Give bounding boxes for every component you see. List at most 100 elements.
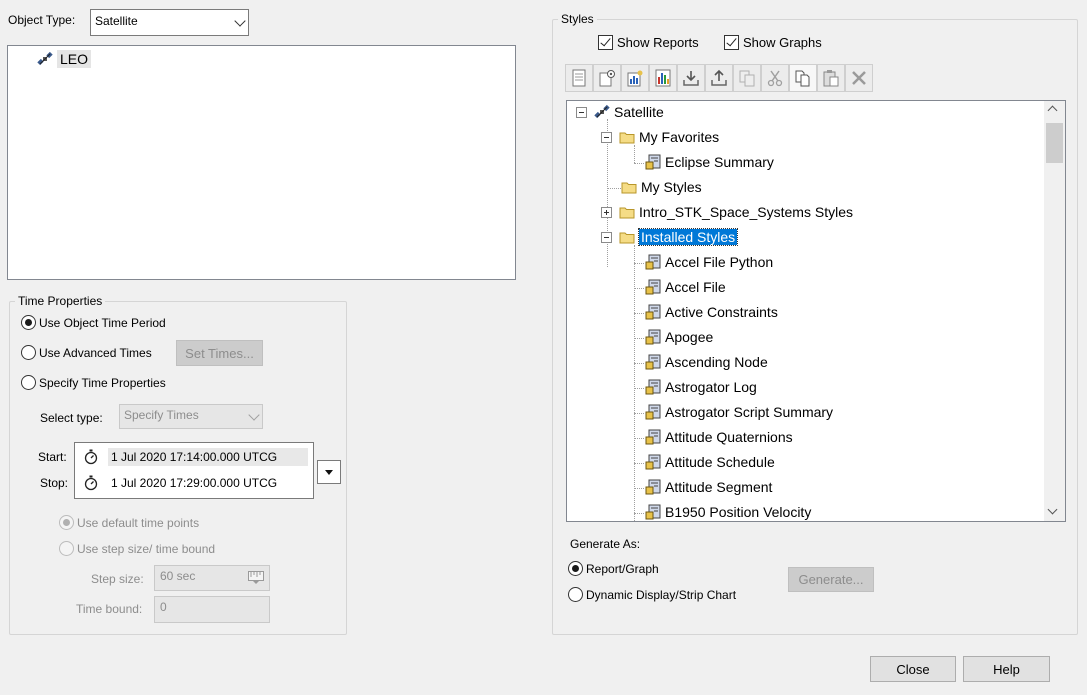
tree-node-my-favorites[interactable]: My Favorites	[619, 129, 719, 145]
tree-node-satellite[interactable]: Satellite	[594, 104, 664, 120]
tree-scrollbar[interactable]	[1044, 101, 1065, 521]
export-icon[interactable]	[705, 64, 733, 92]
tree-node-installed-style[interactable]: Ascending Node	[645, 354, 768, 370]
chevron-down-icon	[234, 14, 246, 27]
collapse-toggle[interactable]	[601, 232, 612, 243]
tree-node-installed-style[interactable]: Accel File Python	[645, 254, 773, 270]
use-advanced-times-radio[interactable]: Use Advanced Times	[21, 345, 152, 360]
stop-time-input[interactable]: 1 Jul 2020 17:29:00.000 UTCG	[108, 474, 308, 492]
step-size-input[interactable]: 60 sec	[154, 565, 270, 591]
report-style-icon	[645, 404, 661, 420]
tree-node-label: Attitude Schedule	[665, 454, 775, 470]
select-type-label: Select type:	[40, 411, 103, 425]
paste-icon[interactable]	[817, 64, 845, 92]
use-default-time-points-radio[interactable]: Use default time points	[59, 515, 199, 530]
radio-label: Use Object Time Period	[39, 315, 166, 330]
radio-label: Use default time points	[77, 515, 200, 530]
close-button[interactable]: Close	[870, 656, 956, 682]
copy-icon[interactable]	[789, 64, 817, 92]
tree-node-installed-style[interactable]: Astrogator Script Summary	[645, 404, 833, 420]
cut-icon[interactable]	[761, 64, 789, 92]
units-icon[interactable]	[248, 571, 264, 584]
report-style-icon	[645, 429, 661, 445]
use-object-time-period-radio[interactable]: Use Object Time Period	[21, 315, 166, 330]
copy-disabled-icon[interactable]	[733, 64, 761, 92]
use-step-size-radio[interactable]: Use step size/ time bound	[59, 541, 215, 556]
new-graph-icon[interactable]	[621, 64, 649, 92]
time-dropdown-button[interactable]	[317, 460, 341, 484]
styles-toolbar	[565, 64, 873, 92]
styles-tree[interactable]: Satellite My Favorites Eclipse Summary M…	[566, 100, 1066, 522]
scroll-up-icon[interactable]	[1047, 105, 1058, 116]
folder-icon	[621, 182, 637, 194]
chevron-down-icon	[248, 408, 260, 421]
report-graph-radio[interactable]: Report/Graph	[568, 561, 659, 576]
set-times-button[interactable]: Set Times...	[176, 340, 263, 366]
styles-title: Styles	[558, 12, 597, 26]
collapse-toggle[interactable]	[601, 132, 612, 143]
folder-icon	[619, 207, 635, 219]
tree-node-installed-styles[interactable]: Installed Styles	[619, 228, 739, 246]
new-report-icon[interactable]	[565, 64, 593, 92]
folder-icon	[619, 132, 635, 144]
tree-node-installed-style[interactable]: Active Constraints	[645, 304, 778, 320]
radio-label: Use step size/ time bound	[77, 541, 216, 556]
specify-time-properties-radio[interactable]: Specify Time Properties	[21, 375, 166, 390]
tree-node-installed-style[interactable]: Attitude Quaternions	[645, 429, 793, 445]
tree-node-label: Apogee	[665, 329, 714, 345]
help-button[interactable]: Help	[963, 656, 1050, 682]
tree-node-label: Ascending Node	[665, 354, 768, 370]
tree-node-intro-styles[interactable]: Intro_STK_Space_Systems Styles	[619, 204, 853, 220]
tree-node-label: Accel File	[665, 279, 726, 295]
list-item-label: LEO	[57, 50, 92, 68]
caret-down-icon	[325, 469, 333, 475]
start-time-input[interactable]: 1 Jul 2020 17:14:00.000 UTCG	[108, 448, 308, 466]
tree-node-label: My Favorites	[639, 129, 720, 145]
tree-node-label: Eclipse Summary	[665, 154, 774, 170]
checkbox-box	[598, 35, 613, 50]
new-chart-icon[interactable]	[649, 64, 677, 92]
delete-icon[interactable]	[845, 64, 873, 92]
tree-node-installed-style[interactable]: Attitude Segment	[645, 479, 772, 495]
radio-dot	[21, 375, 36, 390]
object-list[interactable]: LEO	[7, 45, 516, 280]
properties-icon[interactable]	[593, 64, 621, 92]
report-style-icon	[645, 479, 661, 495]
radio-label: Dynamic Display/Strip Chart	[586, 587, 737, 602]
tree-node-installed-style[interactable]: Attitude Schedule	[645, 454, 775, 470]
tree-node-eclipse-summary[interactable]: Eclipse Summary	[645, 154, 774, 170]
scroll-down-icon[interactable]	[1047, 504, 1058, 515]
report-style-icon	[645, 279, 661, 295]
radio-dot	[568, 561, 583, 576]
report-style-icon	[645, 329, 661, 345]
tree-node-my-styles[interactable]: My Styles	[621, 179, 702, 195]
tree-node-label: Astrogator Script Summary	[665, 404, 834, 420]
tree-node-installed-style[interactable]: Apogee	[645, 329, 713, 345]
start-label: Start:	[38, 450, 67, 464]
radio-dot	[21, 345, 36, 360]
generate-button[interactable]: Generate...	[788, 567, 874, 592]
expand-toggle[interactable]	[601, 207, 612, 218]
tree-node-installed-style[interactable]: B1950 Position Velocity	[645, 504, 811, 520]
show-graphs-checkbox[interactable]: Show Graphs	[724, 35, 822, 50]
list-item-leo[interactable]: LEO	[37, 50, 92, 68]
collapse-toggle[interactable]	[576, 107, 587, 118]
tree-node-installed-style[interactable]: Astrogator Log	[645, 379, 757, 395]
select-type-dropdown[interactable]: Specify Times	[119, 404, 263, 429]
object-type-select[interactable]: Satellite	[90, 9, 249, 36]
select-type-value: Specify Times	[124, 408, 199, 422]
step-size-label: Step size:	[91, 572, 144, 586]
import-icon[interactable]	[677, 64, 705, 92]
report-style-icon	[645, 254, 661, 270]
tree-node-installed-style[interactable]: Accel File	[645, 279, 726, 295]
scroll-thumb[interactable]	[1046, 123, 1063, 163]
stop-label: Stop:	[40, 476, 69, 490]
stopwatch-icon[interactable]	[84, 449, 98, 465]
time-bound-input[interactable]: 0	[154, 596, 270, 623]
report-style-icon	[645, 304, 661, 320]
checkbox-label: Show Reports	[617, 35, 699, 50]
dynamic-display-radio[interactable]: Dynamic Display/Strip Chart	[568, 587, 736, 602]
show-reports-checkbox[interactable]: Show Reports	[598, 35, 699, 50]
stopwatch-icon[interactable]	[84, 475, 98, 491]
checkbox-label: Show Graphs	[743, 35, 822, 50]
